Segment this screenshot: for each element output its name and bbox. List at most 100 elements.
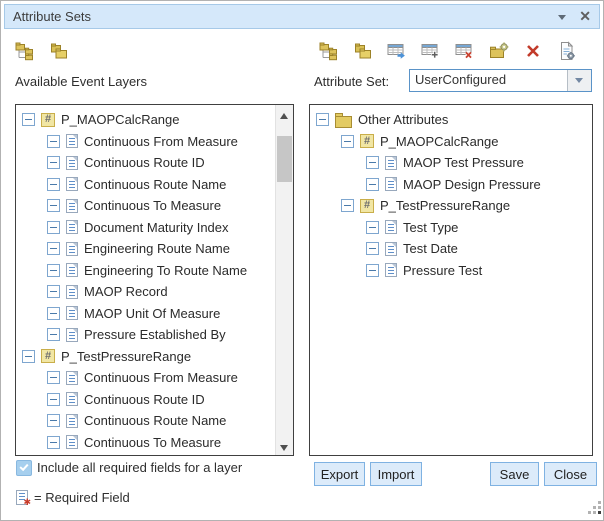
tree-item[interactable]: Pressure Established By [16,324,293,346]
scroll-up-icon[interactable] [276,105,293,122]
tree-item[interactable]: Continuous To Measure [16,432,293,454]
tree-item-label: Test Date [403,241,458,256]
include-required-checkbox[interactable] [16,460,32,476]
save-button[interactable]: Save [490,462,539,486]
collapse-toggle-icon[interactable] [366,221,379,234]
include-required-label: Include all required fields for a layer [37,460,242,475]
dialog-title: Attribute Sets [13,9,91,24]
export-button[interactable]: Export [314,462,365,486]
folder-tree-button[interactable] [14,40,35,61]
resize-grip-icon[interactable] [598,511,601,514]
tree-item[interactable]: Continuous From Measure [16,367,293,389]
resize-grip-icon[interactable] [588,511,591,514]
folder-gear-button[interactable] [488,40,509,61]
folders-button[interactable] [352,40,373,61]
attribute-set-combobox[interactable]: UserConfigured [409,69,592,92]
collapse-toggle-icon[interactable] [47,135,60,148]
collapse-toggle-icon[interactable] [47,393,60,406]
collapse-toggle-icon[interactable] [47,328,60,341]
collapse-toggle-icon[interactable] [47,264,60,277]
event-layer-icon [41,113,55,127]
field-icon [66,392,78,406]
collapse-toggle-icon[interactable] [366,178,379,191]
collapse-toggle-icon[interactable] [366,264,379,277]
tree-item[interactable]: Continuous Route Name [16,174,293,196]
tree-item-label: MAOP Record [84,284,168,299]
tree-item[interactable]: MAOP Design Pressure [310,174,592,196]
collapse-toggle-icon[interactable] [47,371,60,384]
folder-icon [335,116,352,128]
tree-item[interactable]: Continuous Route ID [16,152,293,174]
scrollbar[interactable] [275,105,293,455]
collapse-toggle-icon[interactable] [47,199,60,212]
toolbar-left [14,40,69,61]
close-icon[interactable]: ✕ [579,6,591,27]
tree-item[interactable]: Test Date [310,238,592,260]
tree-item[interactable]: Engineering To Route Name [16,260,293,282]
delete-button[interactable] [522,40,543,61]
combobox-dropdown-icon[interactable] [567,70,591,91]
tree-item[interactable]: P_MAOPCalcRange [310,131,592,153]
collapse-toggle-icon[interactable] [47,242,60,255]
import-button[interactable]: Import [370,462,422,486]
tree-item[interactable]: P_TestPressureRange [310,195,592,217]
resize-grip-icon[interactable] [598,506,601,509]
table-export-icon [387,41,407,61]
tree-item[interactable]: MAOP Unit Of Measure [16,303,293,325]
collapse-toggle-icon[interactable] [366,242,379,255]
tree-item-label: Engineering Route Name [84,241,230,256]
tree-item[interactable]: MAOP Test Pressure [310,152,592,174]
tree-item[interactable]: Test Type [310,217,592,239]
table-export-button[interactable] [386,40,407,61]
tree-item[interactable]: Pressure Test [310,260,592,282]
tree-item[interactable]: Other Attributes [310,109,592,131]
tree-item-label: Continuous To Measure [84,435,221,450]
collapse-toggle-icon[interactable] [366,156,379,169]
field-icon [66,199,78,213]
field-icon [385,177,397,191]
folder-tree-button[interactable] [318,40,339,61]
resize-grip-icon[interactable] [593,506,596,509]
delete-icon [523,41,543,61]
combobox-value: UserConfigured [410,70,567,91]
scroll-down-icon[interactable] [276,438,293,455]
page-gear-button[interactable] [556,40,577,61]
tree-item[interactable]: Continuous Route Name [16,410,293,432]
tree-item[interactable]: Document Maturity Index [16,217,293,239]
collapse-toggle-icon[interactable] [47,307,60,320]
collapse-toggle-icon[interactable] [341,199,354,212]
tree-item[interactable]: Continuous Route ID [16,389,293,411]
tree-item[interactable]: MAOP Record [16,281,293,303]
tree-item-label: Continuous From Measure [84,370,238,385]
scrollbar-thumb[interactable] [277,136,292,182]
collapse-toggle-icon[interactable] [341,135,354,148]
table-add-button[interactable] [420,40,441,61]
tree-item[interactable]: Continuous To Measure [16,195,293,217]
title-bar: Attribute Sets ✕ [4,4,600,29]
table-remove-button[interactable] [454,40,475,61]
resize-grip-icon[interactable] [598,501,601,504]
field-icon [66,306,78,320]
collapse-toggle-icon[interactable] [316,113,329,126]
collapse-toggle-icon[interactable] [22,113,35,126]
tree-item-label: Continuous Route Name [84,177,226,192]
event-layer-icon [360,199,374,213]
collapse-toggle-icon[interactable] [47,178,60,191]
collapse-toggle-icon[interactable] [47,221,60,234]
resize-grip-icon[interactable] [593,511,596,514]
tree-item[interactable]: Engineering Route Name [16,238,293,260]
collapse-toggle-icon[interactable] [47,156,60,169]
collapse-toggle-icon[interactable] [22,350,35,363]
dropdown-caret-icon[interactable] [558,15,566,24]
folders-icon [353,41,373,61]
collapse-toggle-icon[interactable] [47,414,60,427]
field-icon [66,371,78,385]
close-button[interactable]: Close [544,462,597,486]
field-icon [66,263,78,277]
tree-item[interactable]: P_MAOPCalcRange [16,109,293,131]
folders-button[interactable] [48,40,69,61]
tree-item[interactable]: P_TestPressureRange [16,346,293,368]
collapse-toggle-icon[interactable] [47,436,60,449]
tree-item[interactable]: Continuous From Measure [16,131,293,153]
collapse-toggle-icon[interactable] [47,285,60,298]
